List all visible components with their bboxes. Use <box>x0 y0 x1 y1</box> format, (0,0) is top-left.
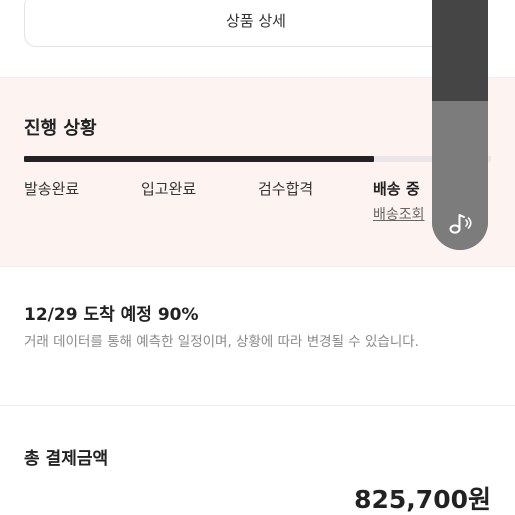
progress-bar <box>24 156 491 162</box>
eta-section: 12/29 도착 예정 90% 거래 데이터를 통해 예측한 일정이며, 상황에… <box>0 267 515 405</box>
progress-bar-fill <box>24 156 375 162</box>
total-label: 총 결제금액 <box>24 449 109 469</box>
step-received: 입고완료 <box>141 180 197 198</box>
step-shipped: 발송완료 <box>24 180 80 198</box>
floating-player[interactable] <box>432 0 488 250</box>
tracking-link[interactable]: 배송조회 <box>373 204 425 224</box>
eta-description: 거래 데이터를 통해 예측한 일정이며, 상황에 따라 변경될 수 있습니다. <box>24 334 419 350</box>
total-section: 총 결제금액 825,700원 <box>0 406 515 515</box>
player-volume-upper <box>432 0 488 101</box>
music-note-icon[interactable] <box>444 207 476 239</box>
progress-title: 진행 상황 <box>24 118 97 139</box>
product-detail-label: 상품 상세 <box>226 12 286 30</box>
eta-title: 12/29 도착 예정 90% <box>24 305 199 325</box>
product-detail-button[interactable]: 상품 상세 <box>24 0 488 47</box>
step-inspection-passed: 검수합격 <box>258 180 314 198</box>
total-amount: 825,700원 <box>354 485 491 514</box>
step-in-delivery: 배송 중 <box>373 180 420 198</box>
